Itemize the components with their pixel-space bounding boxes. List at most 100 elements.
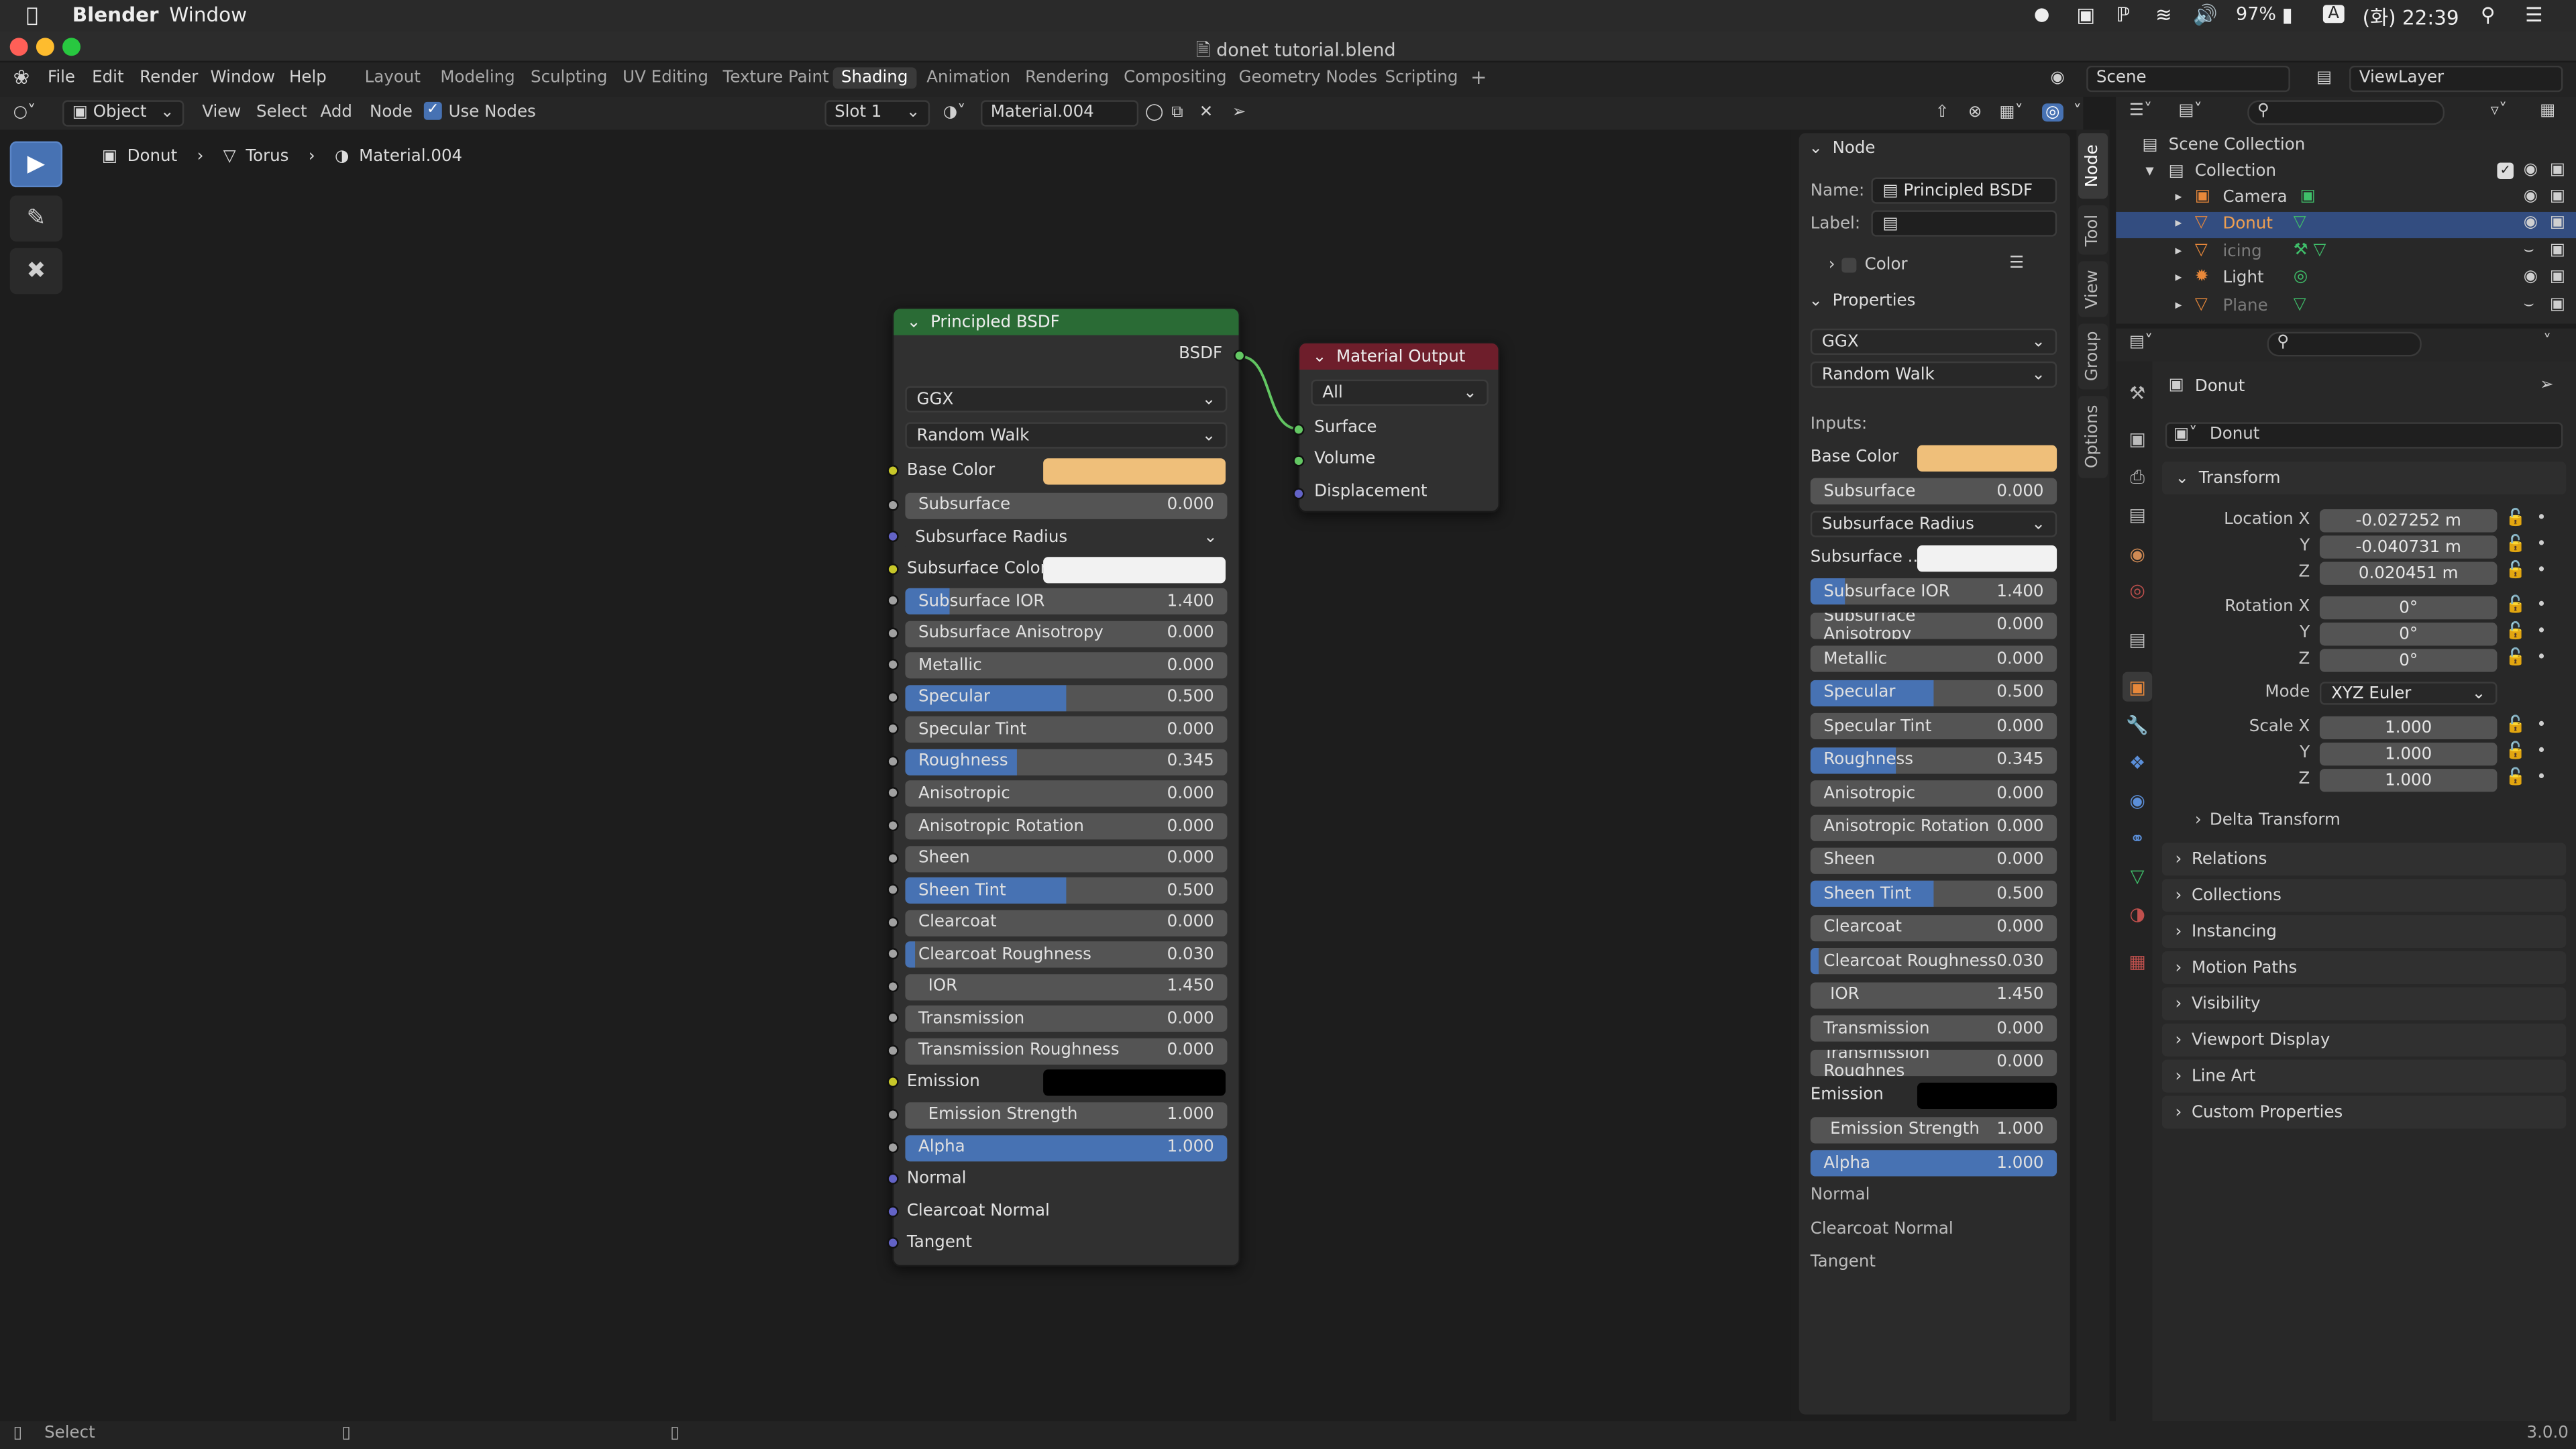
roughness-field[interactable]: Roughness 0.345 [905, 749, 1228, 775]
menu-help[interactable]: Help [289, 69, 327, 87]
outliner-row-donut[interactable]: ▸ ▽ Donut ▽ ◉ ▣ [2116, 212, 2576, 239]
panel-metallic-field[interactable]: Metallic 0.000 [1810, 646, 2057, 673]
sheen-tint-field[interactable]: Sheen Tint 0.500 [905, 877, 1228, 904]
anisotropic-rotation-field[interactable]: Anisotropic Rotation 0.000 [905, 813, 1228, 840]
exclude-checkbox[interactable]: ✓ [2497, 162, 2514, 179]
panel-subsurface-anisotropy-field[interactable]: Subsurface Anisotropy 0.000 [1810, 612, 2057, 639]
rotation-y-field[interactable]: 0° [2319, 623, 2498, 646]
object-tab-icon[interactable]: ▣ [2123, 672, 2153, 702]
location-z-field[interactable]: 0.020451 m [2319, 561, 2498, 585]
emission-strength-field[interactable]: Emission Strength 1.000 [905, 1102, 1228, 1129]
keyframe-dot-icon[interactable]: • [2536, 649, 2546, 667]
keyframe-dot-icon[interactable]: • [2536, 716, 2546, 735]
outliner-row-camera[interactable]: ▸ ▣ Camera ▣ ◉ ▣ [2116, 186, 2576, 212]
emission-socket[interactable] [887, 1077, 899, 1089]
subsurface-anisotropy-socket[interactable] [887, 627, 899, 639]
tab-texture-paint[interactable]: Texture Paint [714, 67, 837, 89]
panel-subsurface-field[interactable]: Subsurface 0.000 [1810, 478, 2057, 504]
node-editor-canvas[interactable]: ▶ ✎ ✖ ▣ Donut › ▽ Torus › ◑ Material.004 ⌄ P… [0, 129, 1791, 1421]
bsdf-surface-link[interactable] [1240, 355, 1298, 431]
wifi-icon[interactable]: ≋ [2155, 3, 2172, 26]
lock-icon[interactable]: 🔓 [2506, 535, 2526, 553]
panel-alpha-field[interactable]: Alpha 1.000 [1810, 1150, 2057, 1177]
lock-icon[interactable]: 🔓 [2506, 716, 2526, 735]
keyframe-dot-icon[interactable]: • [2536, 596, 2546, 614]
tab-options[interactable]: Options [2078, 396, 2108, 478]
anisotropic-field[interactable]: Anisotropic 0.000 [905, 781, 1228, 808]
menu-render[interactable]: Render [140, 69, 198, 87]
specular-socket[interactable] [887, 691, 899, 703]
node-name-field[interactable]: ▤ Principled BSDF [1871, 177, 2057, 204]
keyframe-dot-icon[interactable]: • [2536, 743, 2546, 761]
distribution-dropdown[interactable]: GGX ⌄ [905, 386, 1228, 413]
location-y-field[interactable]: -0.040731 m [2319, 535, 2498, 559]
transmission-roughness-field[interactable]: Transmission Roughness 0.000 [905, 1038, 1228, 1065]
subsurface-color-socket[interactable] [887, 563, 899, 575]
world-tab-icon[interactable]: ◎ [2123, 575, 2152, 604]
clearcoat-roughness-socket[interactable] [887, 948, 899, 960]
fake-user-icon[interactable]: ◯ [1145, 103, 1163, 121]
panel-subsurface-method-dropdown[interactable]: Random Walk ⌄ [1810, 361, 2057, 388]
apple-icon[interactable]:  [26, 3, 38, 26]
clock[interactable]: (화) 22:39 [2363, 3, 2459, 32]
chevron-down-icon[interactable]: ▾ [2145, 162, 2153, 180]
keyframe-dot-icon[interactable]: • [2536, 509, 2546, 527]
volume-icon[interactable]: 🔊 [2193, 3, 2218, 26]
scene-selector[interactable]: Scene [2086, 65, 2290, 93]
section-custom-properties[interactable]: › Custom Properties [2161, 1095, 2567, 1129]
ior-field[interactable]: IOR 1.450 [905, 973, 1228, 1000]
subsurface-anisotropy-field[interactable]: Subsurface Anisotropy 0.000 [905, 620, 1228, 647]
mac-menu-window[interactable]: Window [169, 3, 247, 26]
filter-icon[interactable]: ▿˅ [2491, 102, 2508, 120]
specular-field[interactable]: Specular 0.500 [905, 684, 1228, 711]
menu-file[interactable]: File [48, 69, 75, 87]
specular-tint-socket[interactable] [887, 723, 899, 735]
panel-sheen-tint-field[interactable]: Sheen Tint 0.500 [1810, 881, 2057, 908]
roughness-socket[interactable] [887, 755, 899, 767]
subsurface-radius-socket[interactable] [887, 531, 899, 543]
keyframe-dot-icon[interactable]: • [2536, 562, 2546, 580]
slot-dropdown[interactable]: Slot 1 ⌄ [824, 100, 930, 127]
view-layer-icon[interactable]: ▤ [2316, 69, 2332, 87]
camera-render-icon[interactable]: ▣ [2550, 268, 2565, 286]
scene-collection-row[interactable]: ▤ Scene Collection [2116, 133, 2576, 159]
clearcoat-socket[interactable] [887, 916, 899, 928]
pin-icon[interactable]: ➢ [2540, 376, 2554, 394]
panel-base-color-swatch[interactable] [1917, 445, 2057, 472]
clearcoat-field[interactable]: Clearcoat 0.000 [905, 909, 1228, 936]
subsurface-socket[interactable] [887, 498, 899, 511]
object-name-field[interactable]: ▣˅ Donut [2165, 422, 2563, 449]
overlays-dropdown-icon[interactable]: ˅ [2074, 103, 2082, 121]
collapse-chevron-icon[interactable]: ⌄ [1313, 347, 1327, 366]
camera-render-icon[interactable]: ▣ [2550, 187, 2565, 205]
output-tab-icon[interactable]: ⎙ [2123, 464, 2152, 493]
outliner-editor-icon[interactable]: ☰˅ [2129, 102, 2152, 120]
subsurface-color-swatch[interactable] [1043, 556, 1226, 583]
material-name-field[interactable]: Material.004 [981, 100, 1139, 127]
camera-render-icon[interactable]: ▣ [2550, 161, 2565, 179]
section-line-art[interactable]: › Line Art [2161, 1059, 2567, 1093]
tab-shading[interactable]: Shading [833, 67, 916, 89]
node-menu[interactable]: Node [370, 103, 413, 121]
section-motion-paths[interactable]: › Motion Paths [2161, 951, 2567, 984]
subsurface-method-dropdown[interactable]: Random Walk ⌄ [905, 422, 1228, 449]
use-nodes-checkbox[interactable]: ✓ [423, 101, 442, 120]
view-layer-selector[interactable]: ViewLayer [2349, 65, 2563, 93]
tab-scripting[interactable]: Scripting [1377, 67, 1466, 89]
blender-logo-icon[interactable]: ❀ [13, 66, 30, 89]
spotlight-icon[interactable]: ⚲ [2481, 3, 2496, 26]
input-source-badge[interactable]: A [2322, 5, 2345, 23]
tool-tab-icon[interactable]: ⚒ [2123, 378, 2152, 407]
control-center-icon[interactable]: ☰ [2525, 3, 2542, 26]
eye-icon[interactable]: ◉ [2524, 161, 2538, 179]
overlays-icon[interactable]: ◎ [2042, 103, 2063, 122]
color-checkbox[interactable] [1841, 258, 1857, 273]
collection-tab-icon[interactable]: ▤ [2123, 625, 2152, 654]
list-icon[interactable]: ☰ [2009, 255, 2024, 273]
normal-socket[interactable] [887, 1173, 899, 1185]
camera-render-icon[interactable]: ▣ [2550, 241, 2565, 260]
emission-swatch[interactable] [1043, 1070, 1226, 1097]
select-menu[interactable]: Select [256, 103, 307, 121]
collection-row[interactable]: ▾ ▤ Collection ✓ ◉ ▣ [2116, 160, 2576, 186]
properties-section-header[interactable]: ⌄ Properties [1809, 292, 1915, 311]
